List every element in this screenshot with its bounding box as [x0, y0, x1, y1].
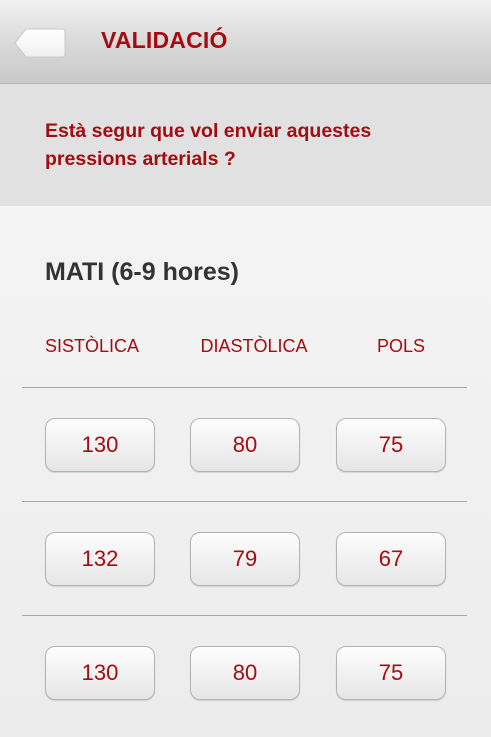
header-bar: VALIDACIÓ	[0, 0, 491, 84]
systolic-value[interactable]: 130	[45, 646, 155, 700]
row-divider	[22, 501, 467, 502]
diastolic-value[interactable]: 79	[190, 532, 300, 586]
page-title: VALIDACIÓ	[101, 27, 228, 53]
row-divider	[22, 615, 467, 616]
section-title: MATI (6-9 hores)	[45, 258, 239, 286]
pulse-value[interactable]: 67	[336, 532, 446, 586]
systolic-value[interactable]: 130	[45, 418, 155, 472]
diastolic-value[interactable]: 80	[190, 646, 300, 700]
back-arrow-icon	[14, 28, 66, 58]
systolic-value[interactable]: 132	[45, 532, 155, 586]
pulse-value[interactable]: 75	[336, 418, 446, 472]
row-divider	[22, 387, 467, 388]
diastolic-value[interactable]: 80	[190, 418, 300, 472]
column-header-pulse: POLS	[376, 336, 426, 356]
column-header-systolic: SISTÒLICA	[44, 336, 140, 356]
confirm-message: Està segur que vol enviar aquestes press…	[45, 120, 372, 170]
pulse-value[interactable]: 75	[336, 646, 446, 700]
column-header-diastolic: DIASTÒLICA	[200, 336, 308, 356]
back-button[interactable]	[14, 28, 66, 58]
